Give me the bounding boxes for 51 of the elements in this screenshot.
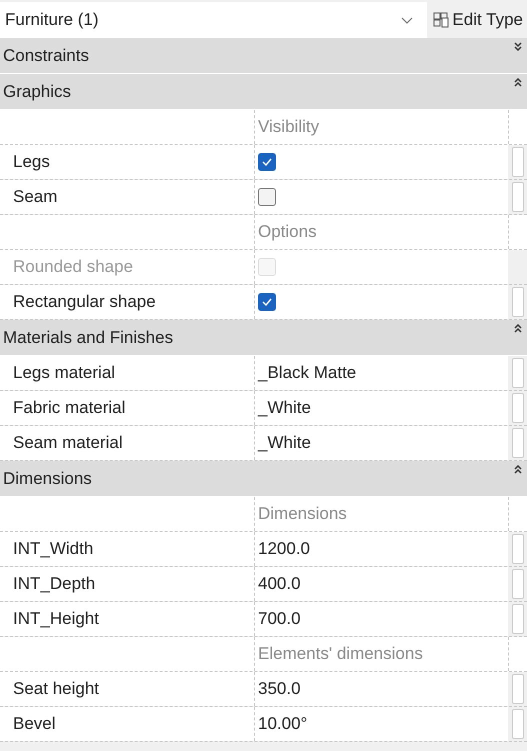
parameter-label: Seam material: [0, 426, 255, 460]
parameter-button[interactable]: [512, 674, 524, 704]
parameter-value[interactable]: 700.0: [255, 602, 508, 636]
section-header[interactable]: Materials and Finishes: [0, 320, 527, 356]
parameter-value[interactable]: 10.00°: [255, 707, 508, 741]
parameter-value[interactable]: 400.0: [255, 567, 508, 601]
collapse-icon[interactable]: [514, 324, 522, 333]
parameter-button[interactable]: [512, 393, 524, 423]
checkmark-icon: [262, 298, 272, 306]
parameter-label: Seat height: [0, 672, 255, 706]
type-selector[interactable]: Furniture (1): [0, 2, 428, 38]
parameter-label: INT_Depth: [0, 567, 255, 601]
parameter-label: Fabric material: [0, 391, 255, 425]
parameter-label: INT_Width: [0, 532, 255, 566]
checkbox[interactable]: [258, 293, 276, 311]
section-header[interactable]: Graphics: [0, 74, 527, 110]
checkbox[interactable]: [258, 153, 276, 171]
group-label: Elements' dimensions: [257, 643, 424, 665]
parameter-value[interactable]: _White: [255, 426, 508, 460]
parameter-label: Bevel: [0, 707, 255, 741]
checkmark-icon: [262, 158, 272, 166]
group-label: Options: [257, 221, 318, 243]
parameter-value[interactable]: _White: [255, 391, 508, 425]
parameter-button[interactable]: [512, 287, 524, 317]
parameter-button[interactable]: [512, 569, 524, 599]
parameter-button[interactable]: [512, 534, 524, 564]
parameter-value[interactable]: 350.0: [255, 672, 508, 706]
parameter-button[interactable]: [512, 182, 524, 212]
parameter-button[interactable]: [512, 358, 524, 388]
parameter-button[interactable]: [512, 709, 524, 739]
parameter-label: INT_Height: [0, 602, 255, 636]
section-header[interactable]: Dimensions: [0, 461, 527, 497]
parameter-button[interactable]: [512, 604, 524, 634]
collapse-icon[interactable]: [514, 78, 522, 87]
parameter-button[interactable]: [512, 147, 524, 177]
parameter-label: Rectangular shape: [0, 285, 255, 319]
dropdown-icon: [401, 16, 414, 24]
parameter-label: Legs: [0, 145, 255, 179]
parameter-value[interactable]: 1200.0: [255, 532, 508, 566]
group-label: Dimensions: [257, 503, 348, 525]
group-label: Visibility: [257, 116, 320, 138]
parameter-button[interactable]: [512, 428, 524, 458]
expand-icon[interactable]: [514, 42, 522, 51]
type-properties-icon: [433, 12, 450, 28]
parameter-label: Rounded shape: [0, 250, 255, 284]
parameter-label: Seam: [0, 180, 255, 214]
parameter-value[interactable]: _Black Matte: [255, 356, 508, 390]
parameter-label: Legs material: [0, 356, 255, 390]
section-header[interactable]: Constraints: [0, 38, 527, 74]
checkbox[interactable]: [258, 188, 276, 206]
collapse-icon[interactable]: [514, 465, 522, 474]
